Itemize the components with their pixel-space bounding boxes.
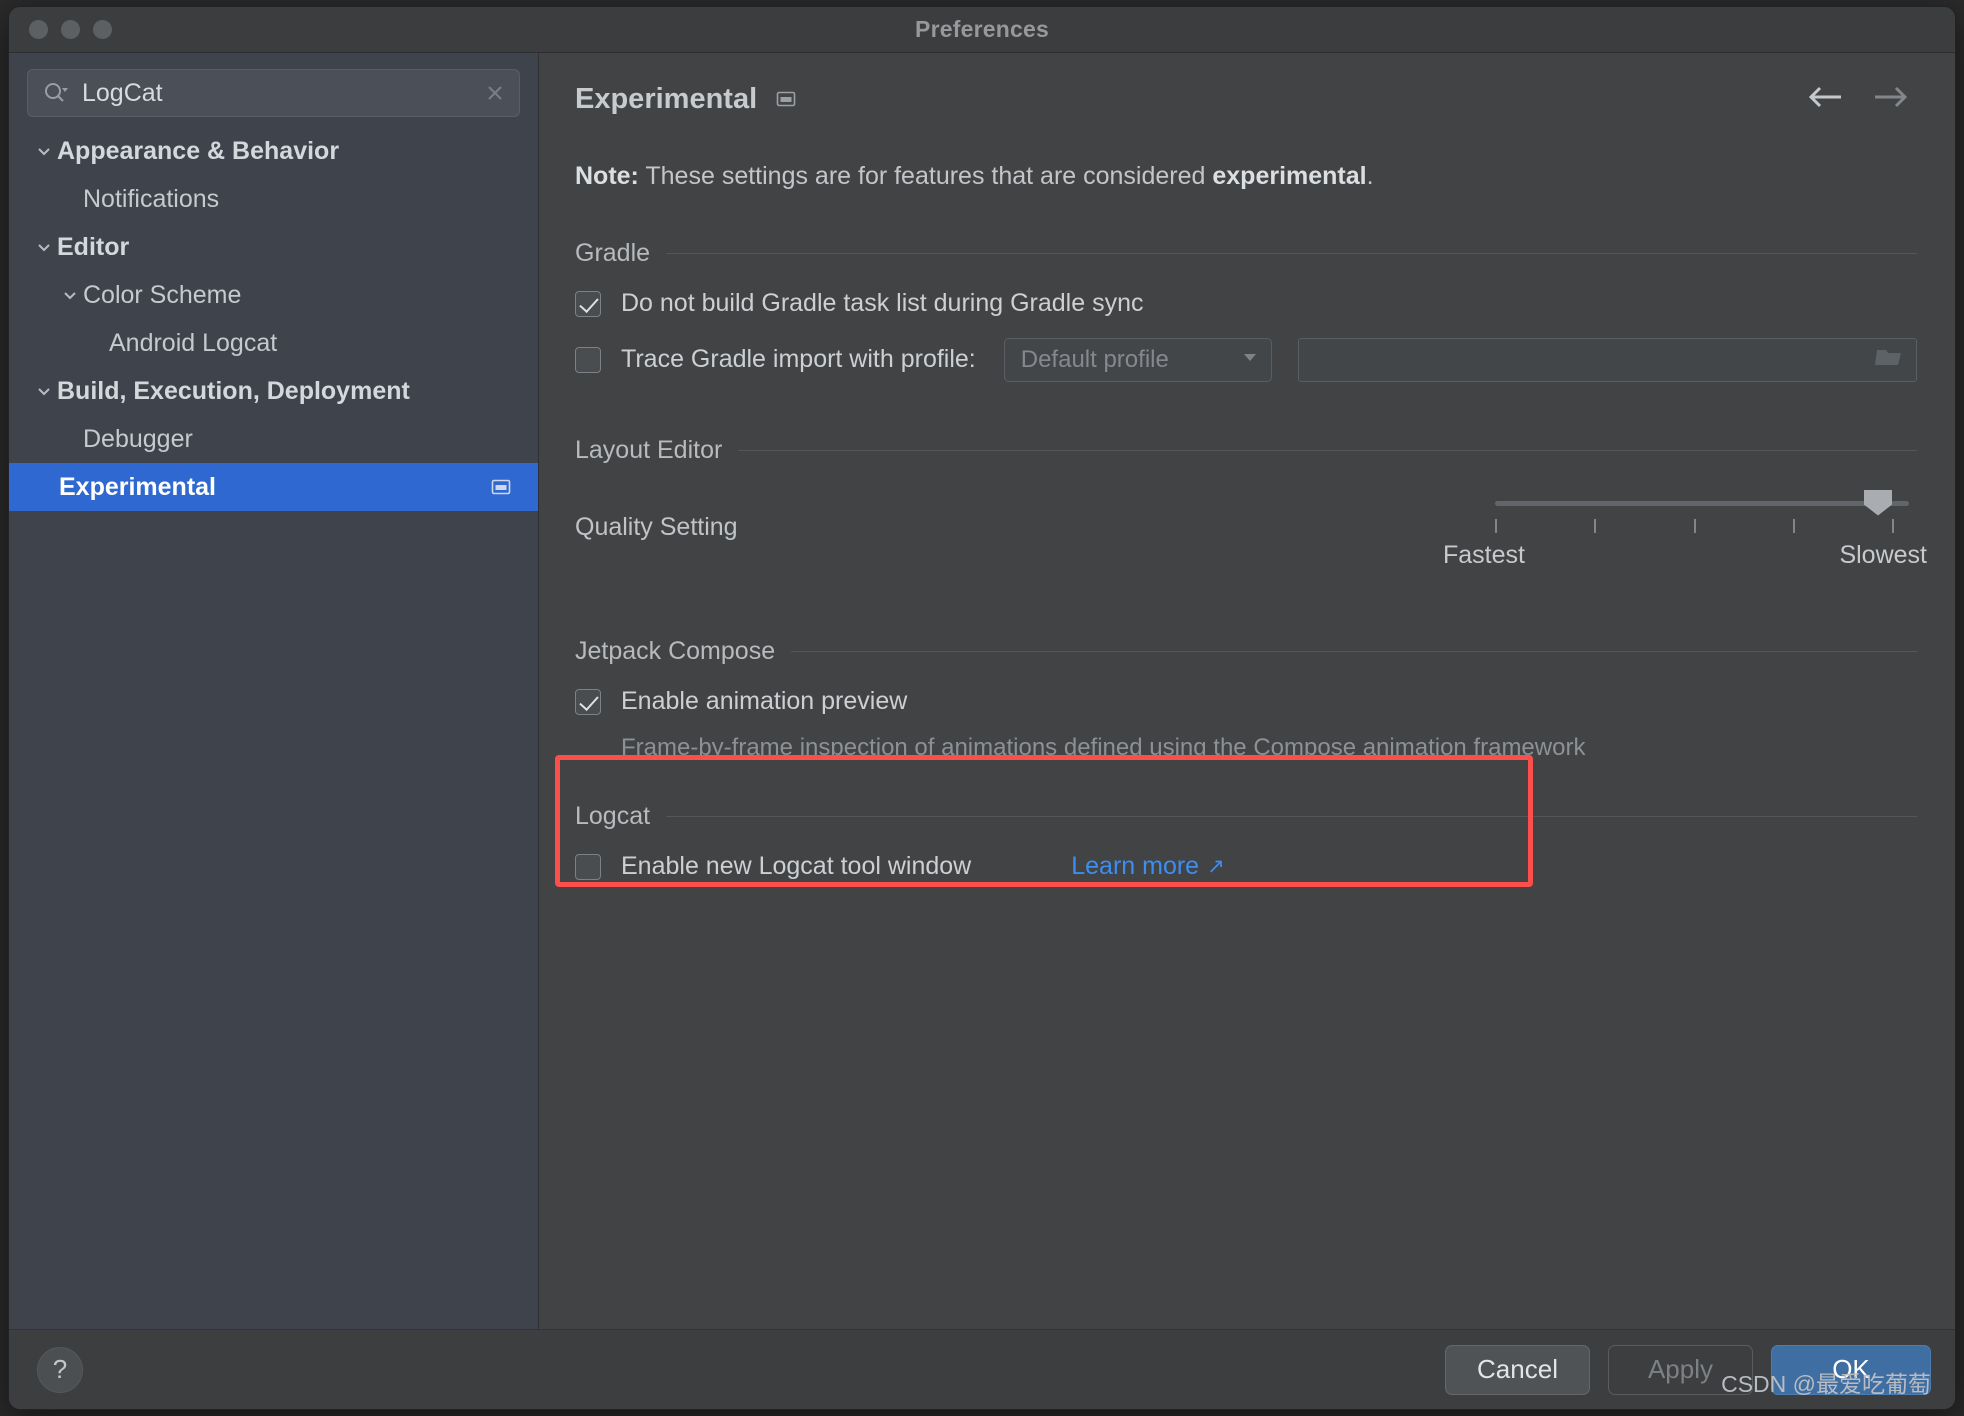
slider-tick <box>1693 518 1696 533</box>
panel-badge-icon <box>490 476 512 498</box>
group-header-jetpack-compose: Jetpack Compose <box>575 637 1917 666</box>
back-arrow-icon[interactable] <box>1805 82 1845 117</box>
slider-thumb[interactable] <box>1864 489 1892 516</box>
row-trace-gradle-import[interactable]: Trace Gradle import with profile: Defaul… <box>575 332 1917 388</box>
folder-browse-icon[interactable] <box>1874 344 1904 375</box>
close-window-icon[interactable] <box>29 20 48 39</box>
learn-more-label: Learn more <box>1071 852 1200 880</box>
note-prefix: Note: <box>575 162 639 190</box>
group-label: Layout Editor <box>575 435 723 464</box>
sidebar-item-label: Color Scheme <box>83 280 242 309</box>
slider-tick <box>1495 518 1497 533</box>
slider-tick <box>1892 518 1895 533</box>
preferences-body: LogCat Appearance & Behavior Notificatio… <box>9 53 1955 1330</box>
group-label: Jetpack Compose <box>575 636 776 665</box>
group-divider <box>791 650 1917 652</box>
preferences-window: Preferences LogCat Appearance & Behavior… <box>8 6 1956 1410</box>
sidebar-item-label: Experimental <box>59 472 217 501</box>
profile-select-value: Default profile <box>1020 345 1169 373</box>
profile-path-input[interactable] <box>1297 337 1917 382</box>
minimize-window-icon[interactable] <box>61 20 80 39</box>
checkbox-label: Trace Gradle import with profile: <box>621 345 976 373</box>
history-navigation <box>1805 82 1917 117</box>
window-titlebar: Preferences <box>9 7 1955 53</box>
checkbox-enable-new-logcat-tool-window[interactable] <box>575 853 601 880</box>
sidebar-item-android-logcat[interactable]: Android Logcat <box>9 319 538 367</box>
group-header-layout-editor: Layout Editor <box>575 436 1917 465</box>
page-title: Experimental <box>575 82 758 115</box>
group-divider <box>738 449 1917 451</box>
checkbox-trace-gradle-import[interactable] <box>575 346 601 373</box>
learn-more-link[interactable]: Learn more ↗ <box>1071 852 1224 881</box>
group-divider <box>666 815 1917 817</box>
clear-search-icon[interactable] <box>483 81 507 105</box>
row-enable-animation-preview[interactable]: Enable animation preview <box>575 674 1917 730</box>
sidebar-item-label: Notifications <box>83 184 220 213</box>
animation-preview-description: Frame-by-frame inspection of animations … <box>621 733 1586 761</box>
sidebar-item-build-execution-deployment[interactable]: Build, Execution, Deployment <box>9 367 538 415</box>
main-panel-header: Experimental <box>575 53 1917 145</box>
sidebar-item-color-scheme[interactable]: Color Scheme <box>9 271 538 319</box>
slider-max-label: Slowest <box>1839 540 1927 569</box>
slider-tick <box>1594 518 1597 533</box>
forward-arrow-icon[interactable] <box>1871 82 1911 117</box>
chevron-down-icon[interactable] <box>57 285 83 305</box>
slider-min-label: Fastest <box>1443 540 1525 569</box>
search-input[interactable]: LogCat <box>82 81 483 106</box>
sidebar-item-debugger[interactable]: Debugger <box>9 415 538 463</box>
experimental-note: Note: These settings are for features th… <box>575 162 1917 191</box>
watermark: CSDN @最爱吃葡萄 <box>1721 1371 1931 1397</box>
sidebar-item-label: Appearance & Behavior <box>57 136 340 165</box>
settings-tree: Appearance & Behavior Notifications Edit… <box>9 127 538 511</box>
help-button[interactable]: ? <box>37 1346 83 1393</box>
row-enable-new-logcat[interactable]: Enable new Logcat tool window Learn more… <box>575 841 1917 893</box>
sidebar-item-label: Build, Execution, Deployment <box>57 376 410 405</box>
sidebar-item-editor[interactable]: Editor <box>9 223 538 271</box>
slider-tick <box>1793 518 1796 533</box>
sidebar-item-label: Editor <box>57 232 130 261</box>
checkbox-label: Enable animation preview <box>621 687 908 715</box>
settings-sidebar: LogCat Appearance & Behavior Notificatio… <box>9 53 539 1330</box>
quality-slider[interactable]: Fastest Slowest <box>1443 479 1927 569</box>
chevron-down-icon[interactable] <box>31 381 57 401</box>
note-emphasis: experimental <box>1212 162 1367 190</box>
row-no-gradle-task-list[interactable]: Do not build Gradle task list during Gra… <box>575 276 1917 332</box>
search-icon <box>42 80 68 106</box>
window-title: Preferences <box>915 16 1049 42</box>
profile-select[interactable]: Default profile <box>1003 337 1272 382</box>
sidebar-item-experimental[interactable]: Experimental <box>9 463 538 511</box>
slider-ticks <box>1495 518 1909 533</box>
checkbox-label: Enable new Logcat tool window <box>621 852 972 880</box>
row-quality-setting: Quality Setting Fastest Slowest <box>575 479 1927 589</box>
traffic-lights <box>29 20 112 39</box>
group-label: Logcat <box>575 801 651 830</box>
checkbox-do-not-build-task-list[interactable] <box>575 290 601 317</box>
sidebar-item-label: Android Logcat <box>109 328 278 357</box>
settings-main-panel: Experimental Note: These settings are fo… <box>539 53 1955 1330</box>
checkbox-label: Do not build Gradle task list during Gra… <box>621 289 1144 317</box>
cancel-button[interactable]: Cancel <box>1445 1344 1590 1395</box>
note-body: These settings are for features that are… <box>638 162 1213 190</box>
zoom-window-icon[interactable] <box>93 20 112 39</box>
group-divider <box>666 252 1917 254</box>
chevron-down-icon[interactable] <box>31 237 57 257</box>
search-field[interactable]: LogCat <box>27 69 520 117</box>
checkbox-enable-animation-preview[interactable] <box>575 688 601 715</box>
note-suffix: . <box>1366 162 1374 190</box>
chevron-down-icon <box>1241 348 1259 371</box>
sidebar-item-label: Debugger <box>83 424 193 453</box>
group-label: Gradle <box>575 238 651 267</box>
sidebar-item-appearance-behavior[interactable]: Appearance & Behavior <box>9 127 538 175</box>
slider-track[interactable] <box>1495 500 1909 506</box>
slider-end-labels: Fastest Slowest <box>1443 541 1927 570</box>
dialog-footer: ? Cancel Apply OK <box>9 1329 1955 1409</box>
logcat-section: Logcat Enable new Logcat tool window Lea… <box>575 802 1917 893</box>
external-link-icon: ↗ <box>1207 855 1225 878</box>
quality-setting-label: Quality Setting <box>575 512 738 541</box>
sidebar-item-notifications[interactable]: Notifications <box>9 175 538 223</box>
chevron-down-icon[interactable] <box>31 141 57 161</box>
group-header-logcat: Logcat <box>575 802 1917 831</box>
group-header-gradle: Gradle <box>575 239 1917 268</box>
panel-badge-icon <box>775 88 797 110</box>
